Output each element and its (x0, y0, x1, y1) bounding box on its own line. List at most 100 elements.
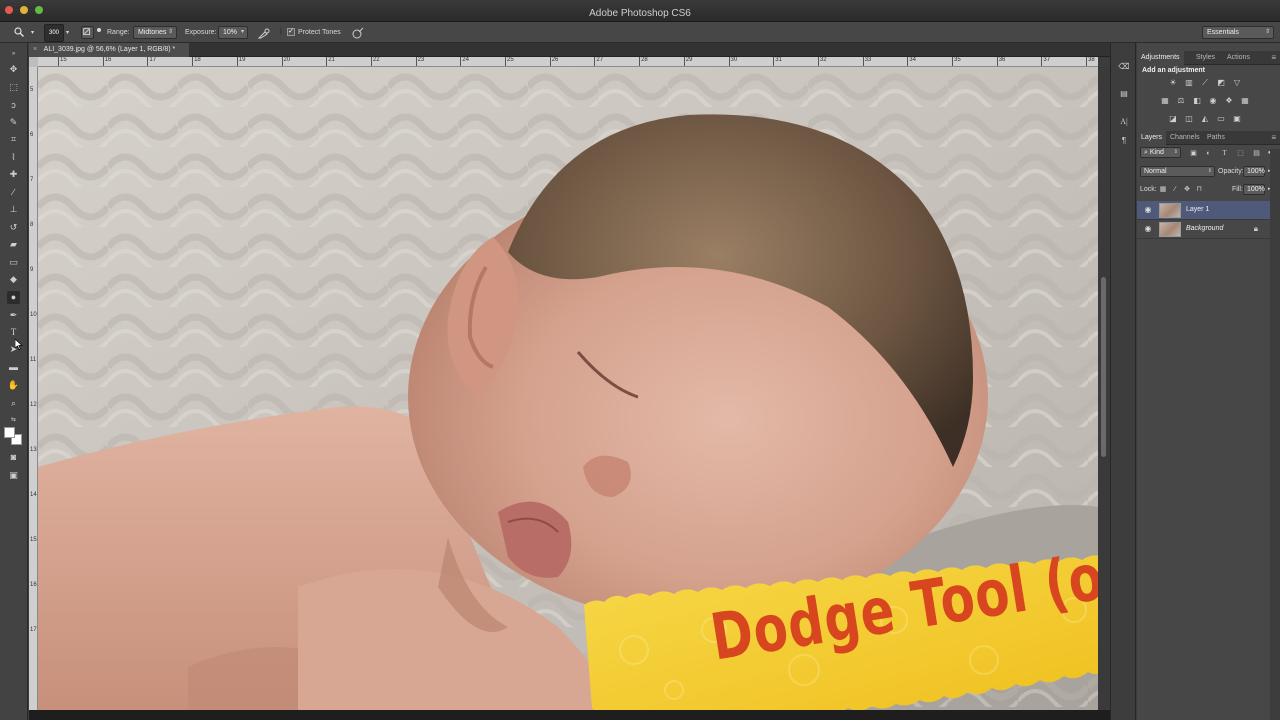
exposure-icon[interactable]: ◩ (1216, 78, 1226, 88)
healing-brush-tool-icon[interactable]: ✚ (7, 168, 20, 181)
marquee-tool-icon[interactable]: ⬚ (7, 81, 20, 94)
threshold-icon[interactable]: ◭ (1200, 114, 1210, 124)
quick-selection-tool-icon[interactable]: ✎ (7, 116, 20, 129)
fill-field[interactable]: 100% (1243, 184, 1265, 195)
ruler-tick-label: 16 (102, 57, 112, 66)
range-label: Range: (107, 29, 130, 36)
invert-icon[interactable]: ◪ (1168, 114, 1178, 124)
exposure-field[interactable]: 10% ▾ (218, 26, 248, 39)
filter-pixel-icon[interactable]: ▣ (1189, 149, 1198, 158)
tools-collapse-icon[interactable]: » (7, 48, 20, 61)
vertical-ruler[interactable]: 5 6 7 8 9 10 11 12 13 14 15 16 17 (29, 67, 38, 710)
dodge-tool-icon[interactable] (14, 27, 24, 37)
document-canvas[interactable]: Dodge Tool (o) (38, 67, 1098, 710)
screen-mode-icon[interactable]: ▣ (7, 469, 20, 482)
airbrush-icon[interactable] (258, 27, 270, 40)
pressure-size-icon[interactable] (352, 27, 364, 40)
paragraph-panel-icon[interactable]: ¶ (1118, 135, 1130, 147)
canvas-scroll-thumb[interactable] (1101, 277, 1106, 457)
black-white-icon[interactable]: ◧ (1192, 96, 1202, 106)
history-panel-icon[interactable]: ⌫ (1118, 61, 1130, 73)
lock-image-icon[interactable]: ∕ (1171, 186, 1179, 194)
filter-shape-icon[interactable]: ⬚ (1236, 149, 1245, 158)
range-select[interactable]: Midtones ⇕ (133, 26, 177, 39)
opacity-label: Opacity: (1218, 168, 1244, 175)
layer-kind-filter[interactable]: ⌕ Kind ⇕ (1140, 147, 1181, 158)
curves-icon[interactable]: ⟋ (1200, 78, 1210, 88)
pen-tool-icon[interactable]: ✒ (7, 309, 20, 322)
rectangle-tool-icon[interactable]: ▬ (7, 361, 20, 374)
character-panel-icon[interactable]: A| (1118, 116, 1130, 128)
crop-tool-icon[interactable]: ⌗ (7, 133, 20, 146)
gradient-map-icon[interactable]: ▭ (1216, 114, 1226, 124)
color-lookup-icon[interactable]: ▦ (1240, 96, 1250, 106)
brush-panel-toggle-icon[interactable] (81, 26, 94, 39)
levels-icon[interactable]: ▥ (1184, 78, 1194, 88)
adjustments-panel-menu-icon[interactable]: ≡ (1271, 51, 1276, 65)
document-tab-bar: × ALI_3039.jpg @ 56,6% (Layer 1, RGB/8) … (29, 43, 1110, 57)
move-tool-icon[interactable]: ✥ (7, 63, 20, 76)
visibility-eye-icon[interactable]: ◉ (1143, 205, 1153, 215)
eyedropper-tool-icon[interactable]: ⌇ (7, 151, 20, 164)
tab-actions[interactable]: Actions (1223, 51, 1254, 65)
foreground-color-swatch[interactable] (4, 427, 15, 438)
visibility-eye-icon[interactable]: ◉ (1143, 224, 1153, 234)
ruler-tick-label: 26 (549, 57, 559, 66)
canvas-vertical-scrollbar[interactable] (1098, 67, 1110, 710)
eraser-tool-icon[interactable]: ▰ (7, 238, 20, 251)
tab-styles[interactable]: Styles (1192, 51, 1219, 65)
brush-tool-icon[interactable]: ∕ (7, 186, 20, 199)
lock-transparent-icon[interactable]: ▦ (1159, 186, 1167, 194)
workspace-switcher[interactable]: Essentials ⇕ (1202, 26, 1274, 39)
photo-filter-icon[interactable]: ◉ (1208, 96, 1218, 106)
opacity-field[interactable]: 100% (1243, 166, 1265, 177)
filter-type-icon[interactable]: T (1220, 149, 1229, 158)
status-bar (29, 710, 1110, 720)
lasso-tool-icon[interactable]: ↄ (7, 99, 20, 112)
collapsed-panel-dock: ⌫ ▤ A| ¶ (1110, 43, 1136, 720)
layer-row-background[interactable]: ◉ Background 🔒︎ (1137, 220, 1270, 239)
dodge-tool-icon-active[interactable]: ● (7, 291, 20, 304)
blur-tool-icon[interactable]: ◆ (7, 273, 20, 286)
document-tab[interactable]: × ALI_3039.jpg @ 56,6% (Layer 1, RGB/8) … (29, 43, 189, 57)
filter-adjustment-icon[interactable]: ◐ (1204, 149, 1213, 158)
brightness-contrast-icon[interactable]: ☀ (1168, 78, 1178, 88)
tab-channels[interactable]: Channels (1166, 131, 1204, 145)
properties-panel-icon[interactable]: ▤ (1118, 88, 1130, 100)
blend-mode-select[interactable]: Normal ⇕ (1140, 166, 1215, 177)
color-balance-icon[interactable]: ⚖ (1176, 96, 1186, 106)
ruler-tick-label: 20 (281, 57, 291, 66)
posterize-icon[interactable]: ◫ (1184, 114, 1194, 124)
quick-mask-icon[interactable]: ◙ (7, 451, 20, 464)
tool-preset-chevron-icon[interactable]: ▾ (31, 27, 34, 40)
vibrance-icon[interactable]: ▽ (1232, 78, 1242, 88)
filter-smart-object-icon[interactable]: ▤ (1252, 149, 1261, 158)
protect-tones-checkbox[interactable]: ✓ (287, 28, 295, 36)
ruler-tick-label: 5 (30, 87, 34, 93)
layers-scrollbar[interactable] (1270, 149, 1280, 720)
lock-all-icon[interactable]: ⊓ (1195, 186, 1203, 194)
tab-layers[interactable]: Layers (1137, 131, 1167, 145)
brush-size-value: 300 (49, 30, 60, 36)
brush-preset-chevron-icon[interactable]: ▾ (66, 27, 69, 40)
zoom-tool-icon[interactable]: ⌕ (7, 397, 20, 410)
ruler-origin[interactable] (29, 57, 38, 67)
channel-mixer-icon[interactable]: ❖ (1224, 96, 1234, 106)
selective-color-icon[interactable]: ▣ (1232, 114, 1242, 124)
tab-adjustments[interactable]: Adjustments (1137, 51, 1184, 65)
history-brush-tool-icon[interactable]: ↺ (7, 221, 20, 234)
hue-saturation-icon[interactable]: ▦ (1160, 96, 1170, 106)
horizontal-ruler[interactable]: 15 16 17 18 19 20 21 22 23 24 25 26 27 28 29 30 31 32 33 34… (38, 57, 1098, 67)
gradient-tool-icon[interactable]: ▭ (7, 256, 20, 269)
layer-row-layer-1[interactable]: ◉ Layer 1 (1137, 201, 1270, 220)
document-tab-title: ALI_3039.jpg @ 56,6% (Layer 1, RGB/8) * (43, 46, 176, 53)
lock-position-icon[interactable]: ✥ (1183, 186, 1191, 194)
ruler-tick-label: 19 (236, 57, 246, 66)
close-tab-icon[interactable]: × (33, 46, 37, 53)
hand-tool-icon[interactable]: ✋ (7, 379, 20, 392)
layers-panel-menu-icon[interactable]: ≡ (1271, 131, 1276, 145)
tab-paths[interactable]: Paths (1203, 131, 1229, 145)
clone-stamp-tool-icon[interactable]: ⊥ (7, 203, 20, 216)
swap-colors-icon[interactable]: ⇆ (7, 414, 20, 427)
type-tool-icon[interactable]: T (7, 326, 20, 339)
